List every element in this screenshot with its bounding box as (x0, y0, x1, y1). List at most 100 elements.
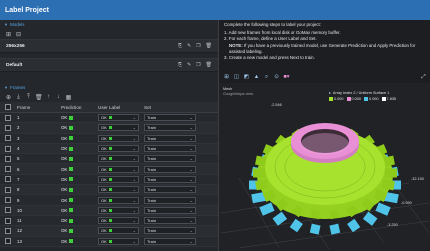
set-dropdown[interactable]: Train ⌄ (144, 217, 196, 225)
user-label-dropdown[interactable]: OK ⌄ (98, 186, 139, 194)
table-row[interactable]: 10 OK OK ⌄ Train ⌄ (0, 205, 218, 216)
set-dropdown[interactable]: Train ⌄ (144, 145, 196, 153)
ok-indicator-icon (108, 126, 112, 130)
user-label-dropdown[interactable]: OK ⌄ (98, 237, 139, 245)
models-section-header[interactable]: ▼ Models (0, 20, 218, 29)
user-label-dropdown[interactable]: OK ⌄ (98, 196, 139, 204)
axis-label: -0.990 (401, 201, 412, 205)
chevron-down-icon: ⌄ (132, 238, 136, 244)
user-label-dropdown[interactable]: OK ⌄ (98, 145, 139, 153)
chevron-down-icon: ⌄ (189, 156, 193, 162)
row-checkbox[interactable] (4, 227, 11, 234)
import-icon[interactable]: ⤓ (15, 94, 22, 101)
duplicate-icon[interactable]: ❐ (196, 43, 200, 49)
table-row[interactable]: 11 OK OK ⌄ Train ⌄ (0, 215, 218, 227)
user-label-dropdown[interactable]: OK ⌄ (98, 134, 139, 142)
user-label-dropdown[interactable]: OK ⌄ (98, 114, 139, 122)
add-model-icon[interactable]: ⊞ (5, 31, 12, 38)
user-label-dropdown[interactable]: OK ⌄ (98, 155, 139, 163)
set-dropdown[interactable]: Train ⌄ (144, 196, 196, 204)
table-row[interactable]: 9 OK OK ⌄ Train ⌄ (0, 195, 218, 206)
table-row[interactable]: 1 OK OK ⌄ Train ⌄ (0, 113, 218, 124)
set-dropdown[interactable]: Train ⌄ (144, 155, 196, 163)
user-label-dropdown[interactable]: OK ⌄ (98, 217, 139, 225)
user-label-dropdown[interactable]: OK ⌄ (98, 206, 139, 214)
user-label-dropdown[interactable]: OK ⌄ (98, 227, 139, 235)
row-checkbox[interactable] (4, 124, 11, 131)
target-icon[interactable]: ⊙ (273, 74, 280, 80)
delete-icon[interactable]: 🗑 (206, 43, 212, 49)
delete-frame-icon[interactable]: 🗑 (35, 94, 43, 101)
column-header-prediction[interactable]: Prediction (59, 105, 98, 110)
row-checkbox[interactable] (4, 186, 11, 193)
color-map-icon[interactable]: ■▾ (283, 74, 290, 80)
row-checkbox[interactable] (4, 155, 11, 162)
duplicate-icon[interactable]: ❐ (196, 62, 200, 68)
gear-tooth (375, 202, 391, 216)
row-checkbox[interactable] (4, 207, 11, 214)
table-row[interactable]: 7 OK OK ⌄ Train ⌄ (0, 174, 218, 186)
row-checkbox[interactable] (4, 238, 11, 245)
set-value: Train (147, 166, 156, 172)
down-icon[interactable]: ↓ (55, 94, 62, 100)
row-checkbox[interactable] (4, 145, 11, 152)
ok-indicator-icon (69, 187, 74, 192)
gear-tooth (255, 179, 269, 191)
delete-icon[interactable]: 🗑 (206, 62, 212, 68)
row-checkbox[interactable] (4, 166, 11, 173)
table-row[interactable]: 5 OK OK ⌄ Train ⌄ (0, 154, 218, 165)
export-icon[interactable]: ⤒ (25, 94, 32, 101)
prediction-value: OK (61, 135, 68, 141)
layers-icon[interactable]: ◫ (233, 74, 240, 80)
user-label-dropdown[interactable]: OK ⌄ (98, 165, 139, 173)
set-dropdown[interactable]: Train ⌄ (144, 114, 196, 122)
table-row[interactable]: 12 OK OK ⌄ Train ⌄ (0, 226, 218, 237)
table-row[interactable]: 8 OK OK ⌄ Train ⌄ (0, 185, 218, 196)
column-header-user-label[interactable]: User Label (98, 105, 144, 110)
3d-viewport[interactable]: Mesh GoogleMaps view ▸ Array Index 2 / Un… (219, 83, 430, 251)
prediction-cell: OK (59, 198, 98, 203)
model-row[interactable]: 256x256 ⎘ ✎ ❐ 🗑 (0, 39, 218, 53)
copy-icon[interactable]: ⎘ (178, 43, 182, 49)
search-icon[interactable]: ⌕ (263, 74, 270, 81)
expand-icon[interactable]: ⤢ (420, 74, 427, 81)
edit-icon[interactable]: ✎ (187, 62, 191, 68)
ok-indicator-icon (69, 208, 74, 213)
row-checkbox[interactable] (4, 135, 11, 142)
set-dropdown[interactable]: Train ⌄ (144, 206, 196, 214)
grid-view-icon[interactable]: ⊞ (223, 74, 230, 80)
grid-icon[interactable]: ▦ (65, 94, 72, 101)
set-value: Train (147, 187, 156, 193)
row-checkbox[interactable] (4, 176, 11, 183)
copy-icon[interactable]: ⎘ (178, 62, 182, 68)
table-row[interactable]: 4 OK OK ⌄ Train ⌄ (0, 143, 218, 155)
model-row[interactable]: Default ⎘ ✎ ❐ 🗑 (0, 58, 218, 72)
table-row[interactable]: 2 OK OK ⌄ Train ⌄ (0, 123, 218, 134)
add-frame-icon[interactable]: ⊕ (5, 94, 12, 101)
row-checkbox[interactable] (4, 114, 11, 121)
set-dropdown[interactable]: Train ⌄ (144, 237, 196, 245)
set-dropdown[interactable]: Train ⌄ (144, 134, 196, 142)
set-dropdown[interactable]: Train ⌄ (144, 124, 196, 132)
column-header-set[interactable]: Set (144, 105, 204, 110)
select-all-checkbox[interactable] (4, 104, 11, 110)
table-row[interactable]: 6 OK OK ⌄ Train ⌄ (0, 164, 218, 175)
edit-icon[interactable]: ✎ (187, 43, 191, 49)
user-label-dropdown[interactable]: OK ⌄ (98, 124, 139, 132)
table-row[interactable]: 13 OK OK ⌄ Train ⌄ (0, 236, 218, 247)
user-label-dropdown[interactable]: OK ⌄ (98, 175, 139, 183)
prediction-value: OK (61, 125, 68, 131)
surface-icon[interactable]: ▲ (253, 74, 260, 80)
set-dropdown[interactable]: Train ⌄ (144, 186, 196, 194)
row-checkbox[interactable] (4, 197, 11, 204)
table-row[interactable]: 3 OK OK ⌄ Train ⌄ (0, 133, 218, 144)
set-dropdown[interactable]: Train ⌄ (144, 175, 196, 183)
delete-model-icon[interactable]: ⊟ (15, 31, 22, 38)
row-checkbox[interactable] (4, 217, 11, 224)
set-dropdown[interactable]: Train ⌄ (144, 165, 196, 173)
column-header-frame[interactable]: Frame (15, 105, 59, 110)
set-dropdown[interactable]: Train ⌄ (144, 227, 196, 235)
3d-view-icon[interactable]: ◩ (243, 74, 250, 80)
up-icon[interactable]: ↑ (45, 94, 52, 100)
frames-section-header[interactable]: ▼ Frames (0, 83, 218, 92)
